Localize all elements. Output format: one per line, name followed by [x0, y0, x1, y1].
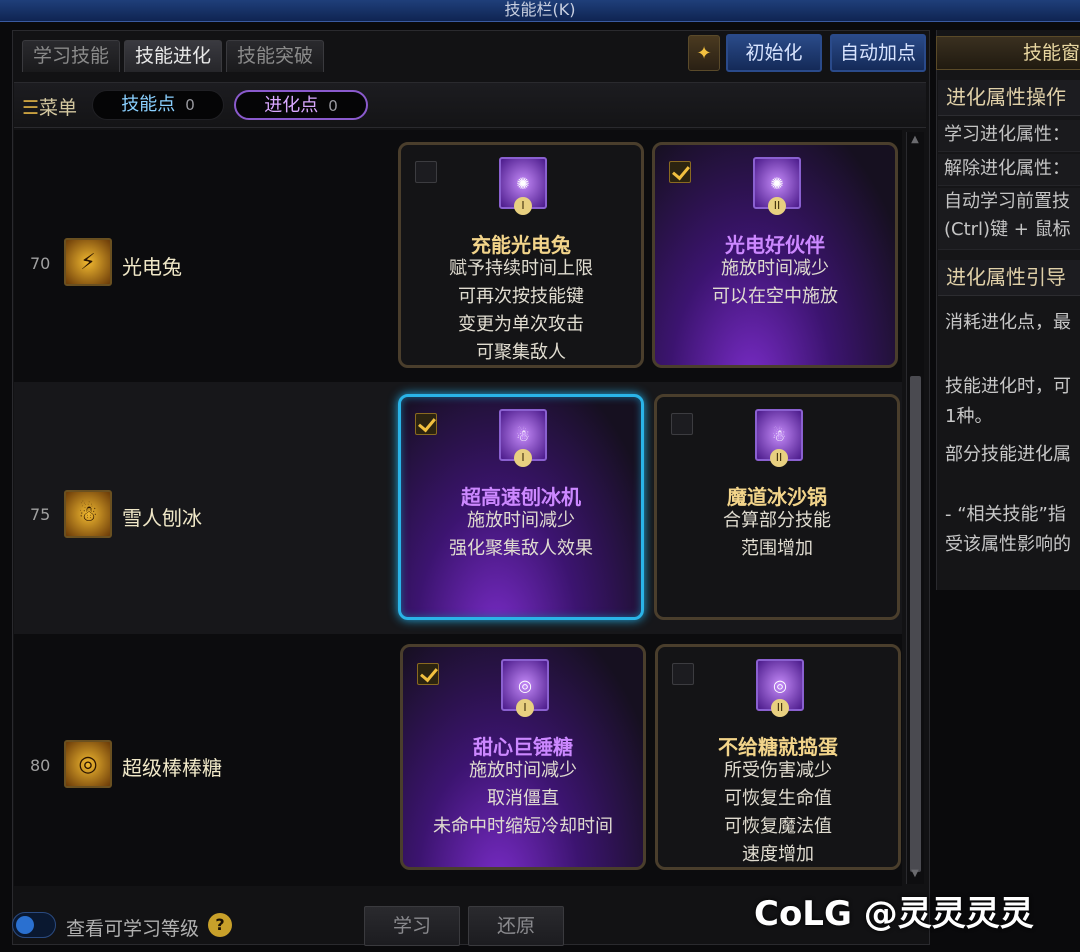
tier-badge: II: [771, 699, 789, 717]
evolution-desc: 施放时间减少 取消僵直 未命中时缩短冷却时间: [433, 760, 613, 837]
evolution-desc: 所受伤害减少 可恢复生命值 可恢复魔法值 速度增加: [724, 760, 832, 865]
tier-badge: I: [514, 449, 532, 467]
evolution-checkbox[interactable]: [415, 161, 437, 183]
skill-points-display: 技能点 0: [92, 90, 224, 120]
evolution-desc: 施放时间减少 可以在空中施放: [712, 258, 838, 307]
evolution-points-display: 进化点 0: [234, 90, 368, 120]
learn-button[interactable]: 学习: [364, 906, 460, 946]
skill-name: 雪人刨冰: [122, 506, 202, 530]
evolution-card[interactable]: ✺ II 光电好伙伴 施放时间减少 可以在空中施放: [652, 142, 898, 368]
evolution-points-value: 0: [328, 97, 338, 115]
evolution-checkbox[interactable]: [669, 161, 691, 183]
evolution-checkbox[interactable]: [417, 663, 439, 685]
help-icon[interactable]: ?: [208, 913, 232, 937]
evolution-name: 魔道冰沙锅: [727, 485, 827, 509]
auto-assign-button[interactable]: 自动加点: [830, 34, 926, 72]
toggle-knob: [16, 916, 34, 934]
evolution-name: 光电好伙伴: [725, 233, 825, 257]
skill-points-value: 0: [185, 96, 195, 114]
evolution-icon: ☃ II: [755, 409, 803, 467]
skill-book-icon[interactable]: ✦: [688, 35, 720, 71]
skill-level: 75: [30, 505, 51, 524]
skill-level: 70: [30, 254, 51, 273]
evolution-name: 不给糖就捣蛋: [718, 735, 838, 759]
initialize-button[interactable]: 初始化: [726, 34, 822, 72]
lightning-rabbit-icon[interactable]: ⚡: [64, 238, 112, 286]
evolution-icon: ☃ I: [499, 409, 547, 467]
guide-text: 消耗进化点，最: [945, 312, 1071, 333]
lollipop-icon[interactable]: ◎: [64, 740, 112, 788]
show-learnable-level-label: 查看可学习等级: [66, 918, 200, 940]
skill-name: 超级棒棒糖: [122, 756, 222, 780]
tier-badge: I: [514, 197, 532, 215]
menu-button[interactable]: ☰菜单: [22, 93, 77, 120]
evolution-name: 充能光电兔: [471, 233, 571, 257]
evolution-desc: 施放时间减少 强化聚集敌人效果: [449, 510, 593, 559]
tab-skill-breakthrough[interactable]: 技能突破: [226, 40, 324, 72]
tier-badge: II: [768, 197, 786, 215]
evolution-card[interactable]: ☃ II 魔道冰沙锅 合算部分技能 范围增加: [654, 394, 900, 620]
guide-text: 1种。: [945, 406, 993, 427]
evolution-card[interactable]: ☃ I 超高速刨冰机 施放时间减少 强化聚集敌人效果: [398, 394, 644, 620]
evolution-icon: ◎ II: [756, 659, 804, 717]
panel-line: 解除进化属性：: [938, 154, 1080, 186]
skill-points-label: 技能点: [121, 94, 176, 115]
tab-skill-evolution[interactable]: 技能进化: [124, 40, 222, 72]
scroll-up-icon[interactable]: ▲: [908, 134, 922, 148]
panel-line: 自动学习前置技 (Ctrl)键 + 鼠标: [938, 188, 1080, 250]
snowman-shaved-ice-icon[interactable]: ☃: [64, 490, 112, 538]
evolution-icon: ◎ I: [501, 659, 549, 717]
tab-learn-skill[interactable]: 学习技能: [22, 40, 120, 72]
menu-label: 菜单: [39, 97, 78, 119]
evolution-points-label: 进化点: [264, 95, 319, 116]
tier-badge: I: [516, 699, 534, 717]
evolution-name: 超高速刨冰机: [461, 485, 581, 509]
evolution-desc: 赋予持续时间上限 可再次按技能键 变更为单次攻击 可聚集敌人: [449, 258, 593, 363]
guide-text: 部分技能进化属: [945, 444, 1071, 465]
evolution-checkbox[interactable]: [415, 413, 437, 435]
scrollbar[interactable]: ▲ ▼: [906, 132, 924, 884]
tier-badge: II: [770, 449, 788, 467]
evolution-card[interactable]: ◎ II 不给糖就捣蛋 所受伤害减少 可恢复生命值 可恢复魔法值 速度增加: [655, 644, 901, 870]
evolution-checkbox[interactable]: [671, 413, 693, 435]
evolution-card[interactable]: ✺ I 充能光电兔 赋予持续时间上限 可再次按技能键 变更为单次攻击 可聚集敌人: [398, 142, 644, 368]
show-learnable-level-toggle[interactable]: [12, 912, 56, 938]
panel-line: 学习进化属性：: [938, 120, 1080, 152]
skill-name: 光电兔: [122, 255, 182, 279]
skill-level: 80: [30, 756, 51, 775]
menu-icon: ☰: [22, 97, 40, 119]
restore-button[interactable]: 还原: [468, 906, 564, 946]
evolution-icon: ✺ I: [499, 157, 547, 215]
guide-text: 受该属性影响的: [945, 534, 1071, 555]
evolution-desc: 合算部分技能 范围增加: [723, 510, 831, 559]
evolution-checkbox[interactable]: [672, 663, 694, 685]
scroll-down-icon[interactable]: ▼: [908, 868, 922, 882]
guide-text: 技能进化时，可: [945, 376, 1071, 397]
section-title: 进化属性引导: [938, 260, 1080, 296]
side-panel-header: 技能窗: [936, 36, 1080, 70]
scroll-thumb[interactable]: [910, 376, 921, 872]
evolution-card[interactable]: ◎ I 甜心巨锤糖 施放时间减少 取消僵直 未命中时缩短冷却时间: [400, 644, 646, 870]
guide-text: - “相关技能”指: [945, 504, 1066, 525]
evolution-name: 甜心巨锤糖: [473, 735, 573, 759]
window-title: 技能栏(K): [0, 0, 1080, 22]
watermark: CoLG @灵灵灵灵: [754, 894, 1034, 934]
evolution-icon: ✺ II: [753, 157, 801, 215]
section-title: 进化属性操作: [938, 80, 1080, 116]
